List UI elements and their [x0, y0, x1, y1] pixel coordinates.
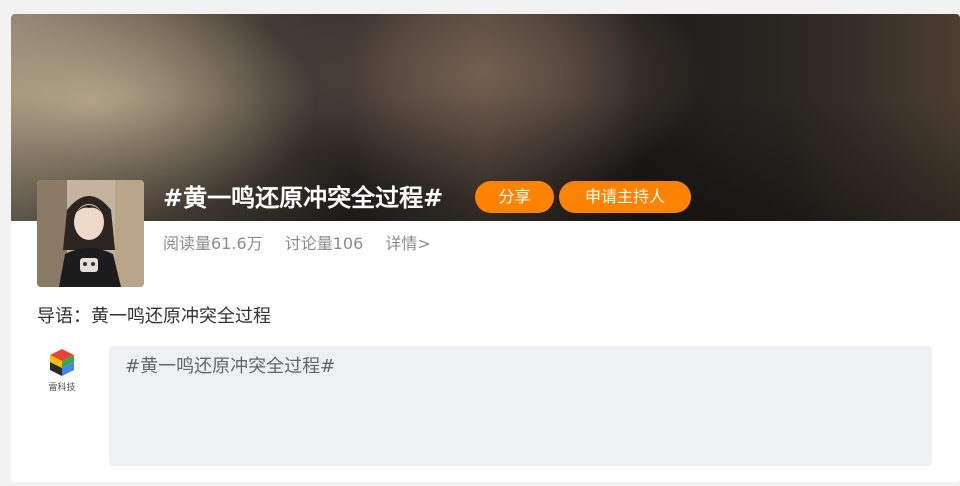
- post-composer-input[interactable]: #黄一鸣还原冲突全过程#: [109, 346, 932, 466]
- details-link[interactable]: 详情>: [385, 234, 430, 253]
- share-button[interactable]: 分享: [475, 181, 554, 213]
- topic-title: #黄一鸣还原冲突全过程#: [163, 184, 444, 212]
- topic-card: #黄一鸣还原冲突全过程# 分享 申请主持人 阅读量61.6万 讨论量106 详情…: [11, 14, 960, 482]
- discussion-count: 讨论量106: [284, 234, 364, 253]
- apply-host-button[interactable]: 申请主持人: [559, 181, 691, 213]
- avatar-image: [37, 180, 144, 287]
- source-avatar[interactable]: 雷科技: [41, 348, 83, 396]
- topic-intro: 导语：黄一鸣还原冲突全过程: [37, 306, 271, 327]
- source-label: 雷科技: [48, 383, 76, 393]
- leikeji-logo-icon: [50, 349, 74, 376]
- read-count: 阅读量61.6万: [163, 234, 263, 253]
- topic-stats: 阅读量61.6万 讨论量106 详情>: [163, 232, 448, 256]
- topic-avatar[interactable]: [37, 180, 144, 287]
